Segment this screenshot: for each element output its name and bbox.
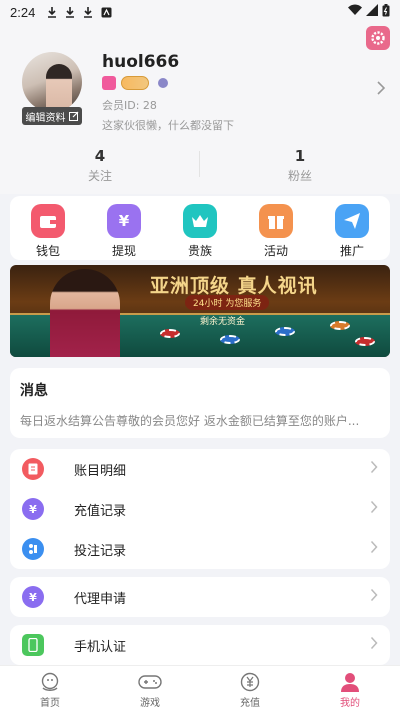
rank-badge-icon <box>158 78 168 88</box>
chip-icon <box>355 337 375 346</box>
followers-label: 粉丝 <box>287 169 312 183</box>
menu-item-label: 账目明细 <box>74 463 127 479</box>
user-bio: 这家伙很懒，什么都没留下 <box>102 119 234 132</box>
user-badges <box>102 76 168 90</box>
edit-icon <box>68 111 78 121</box>
avatar-photo <box>46 64 72 112</box>
username: huol666 <box>102 52 180 72</box>
money-bag-icon: ¥ <box>107 204 141 238</box>
menu-group-agent: ¥ 代理申请 <box>10 577 390 617</box>
chevron-right-icon[interactable] <box>376 80 386 101</box>
tab-recharge[interactable]: 充值 <box>200 666 300 709</box>
following-stat[interactable]: 4 关注 <box>0 147 200 187</box>
bet-record-icon <box>22 538 44 560</box>
following-label: 关注 <box>87 169 112 183</box>
member-id: 会员ID: 28 <box>102 99 157 112</box>
quick-action-label: 贵族 <box>187 244 212 258</box>
quick-action-label: 活动 <box>263 244 288 258</box>
chip-icon <box>220 335 240 344</box>
download-icon <box>45 5 59 19</box>
quick-action-wallet[interactable]: 钱包 <box>18 204 78 260</box>
menu-item-recharge-records[interactable]: ¥ 充值记录 <box>10 489 390 529</box>
chevron-right-icon <box>370 588 378 606</box>
menu-item-agent-application[interactable]: ¥ 代理申请 <box>10 577 390 617</box>
wifi-icon <box>348 4 362 20</box>
wallet-icon <box>31 204 65 238</box>
tab-label: 充值 <box>240 698 260 709</box>
chevron-right-icon <box>370 500 378 518</box>
follow-stats: 4 关注 1 粉丝 <box>0 147 400 187</box>
quick-action-label: 提现 <box>111 244 136 258</box>
status-time: 2:24 <box>10 4 36 20</box>
tab-mine[interactable]: 我的 <box>300 666 400 709</box>
paper-plane-icon <box>335 204 369 238</box>
banner-subtitle: 24小时 为您服务 <box>185 295 270 310</box>
quick-actions: 钱包 ¥ 提现 贵族 活动 推广 <box>10 196 390 260</box>
gamepad-icon <box>138 671 162 693</box>
promo-banner[interactable]: 亚洲顶级 真人视讯 24小时 为您服务 剩余无资金 <box>10 265 390 357</box>
gift-icon <box>259 204 293 238</box>
menu-group-records: 账目明细 ¥ 充值记录 投注记录 <box>10 449 390 569</box>
bottom-tab-bar: 首页 游戏 充值 我的 <box>0 665 400 709</box>
tab-label: 游戏 <box>140 698 160 709</box>
tab-label: 我的 <box>340 698 360 709</box>
menu-item-phone-verification[interactable]: 手机认证 <box>10 625 390 665</box>
messages-card[interactable]: 消息 每日返水结算公告尊敬的会员您好 返水金额已结算至您的账户... <box>10 368 390 438</box>
menu-item-label: 投注记录 <box>74 543 127 559</box>
gear-icon <box>371 31 385 45</box>
menu-group-verification: 手机认证 <box>10 625 390 665</box>
messages-heading: 消息 <box>20 383 48 399</box>
followers-stat[interactable]: 1 粉丝 <box>200 147 400 187</box>
chip-icon <box>330 321 350 330</box>
menu-item-label: 手机认证 <box>74 639 127 655</box>
user-icon <box>338 671 362 693</box>
tab-home[interactable]: 首页 <box>0 666 100 709</box>
quick-action-label: 钱包 <box>35 244 60 258</box>
menu-item-account-details[interactable]: 账目明细 <box>10 449 390 489</box>
phone-icon <box>22 634 44 656</box>
menu-item-label: 代理申请 <box>74 591 127 607</box>
followers-count: 1 <box>294 147 306 165</box>
chevron-right-icon <box>370 460 378 478</box>
signal-icon <box>366 4 378 20</box>
chip-icon <box>160 329 180 338</box>
quick-action-noble[interactable]: 贵族 <box>170 204 230 260</box>
level-badge-icon <box>102 76 116 90</box>
menu-item-bet-records[interactable]: 投注记录 <box>10 529 390 569</box>
chevron-right-icon <box>370 636 378 654</box>
menu-item-label: 充值记录 <box>74 503 127 519</box>
settings-button[interactable] <box>366 26 390 50</box>
quick-action-activity[interactable]: 活动 <box>246 204 306 260</box>
avatar[interactable] <box>22 52 82 112</box>
tab-games[interactable]: 游戏 <box>100 666 200 709</box>
crown-icon <box>183 204 217 238</box>
vip-badge-icon <box>121 76 149 90</box>
banner-model-image <box>50 269 120 357</box>
chip-icon <box>275 327 295 336</box>
stats-divider <box>199 151 200 177</box>
ledger-icon <box>22 458 44 480</box>
tab-label: 首页 <box>40 698 60 709</box>
yuan-icon <box>238 671 262 693</box>
quick-action-withdraw[interactable]: ¥ 提现 <box>94 204 154 260</box>
download-icon <box>63 5 77 19</box>
notification-app-icon <box>99 5 113 19</box>
home-icon <box>38 671 62 693</box>
banner-tagline: 剩余无资金 <box>200 317 246 327</box>
download-icon <box>81 5 95 19</box>
edit-profile-button[interactable]: 编辑资料 <box>22 107 82 125</box>
following-count: 4 <box>94 147 106 165</box>
messages-preview: 每日返水结算公告尊敬的会员您好 返水金额已结算至您的账户... <box>20 414 360 428</box>
recharge-icon: ¥ <box>22 498 44 520</box>
agent-icon: ¥ <box>22 586 44 608</box>
chevron-right-icon <box>370 540 378 558</box>
quick-action-label: 推广 <box>339 244 364 258</box>
quick-action-promote[interactable]: 推广 <box>322 204 382 260</box>
banner-title: 亚洲顶级 真人视讯 <box>150 275 318 297</box>
status-bar: 2:24 <box>0 0 400 24</box>
edit-profile-label: 编辑资料 <box>25 112 66 124</box>
battery-icon <box>382 3 390 21</box>
